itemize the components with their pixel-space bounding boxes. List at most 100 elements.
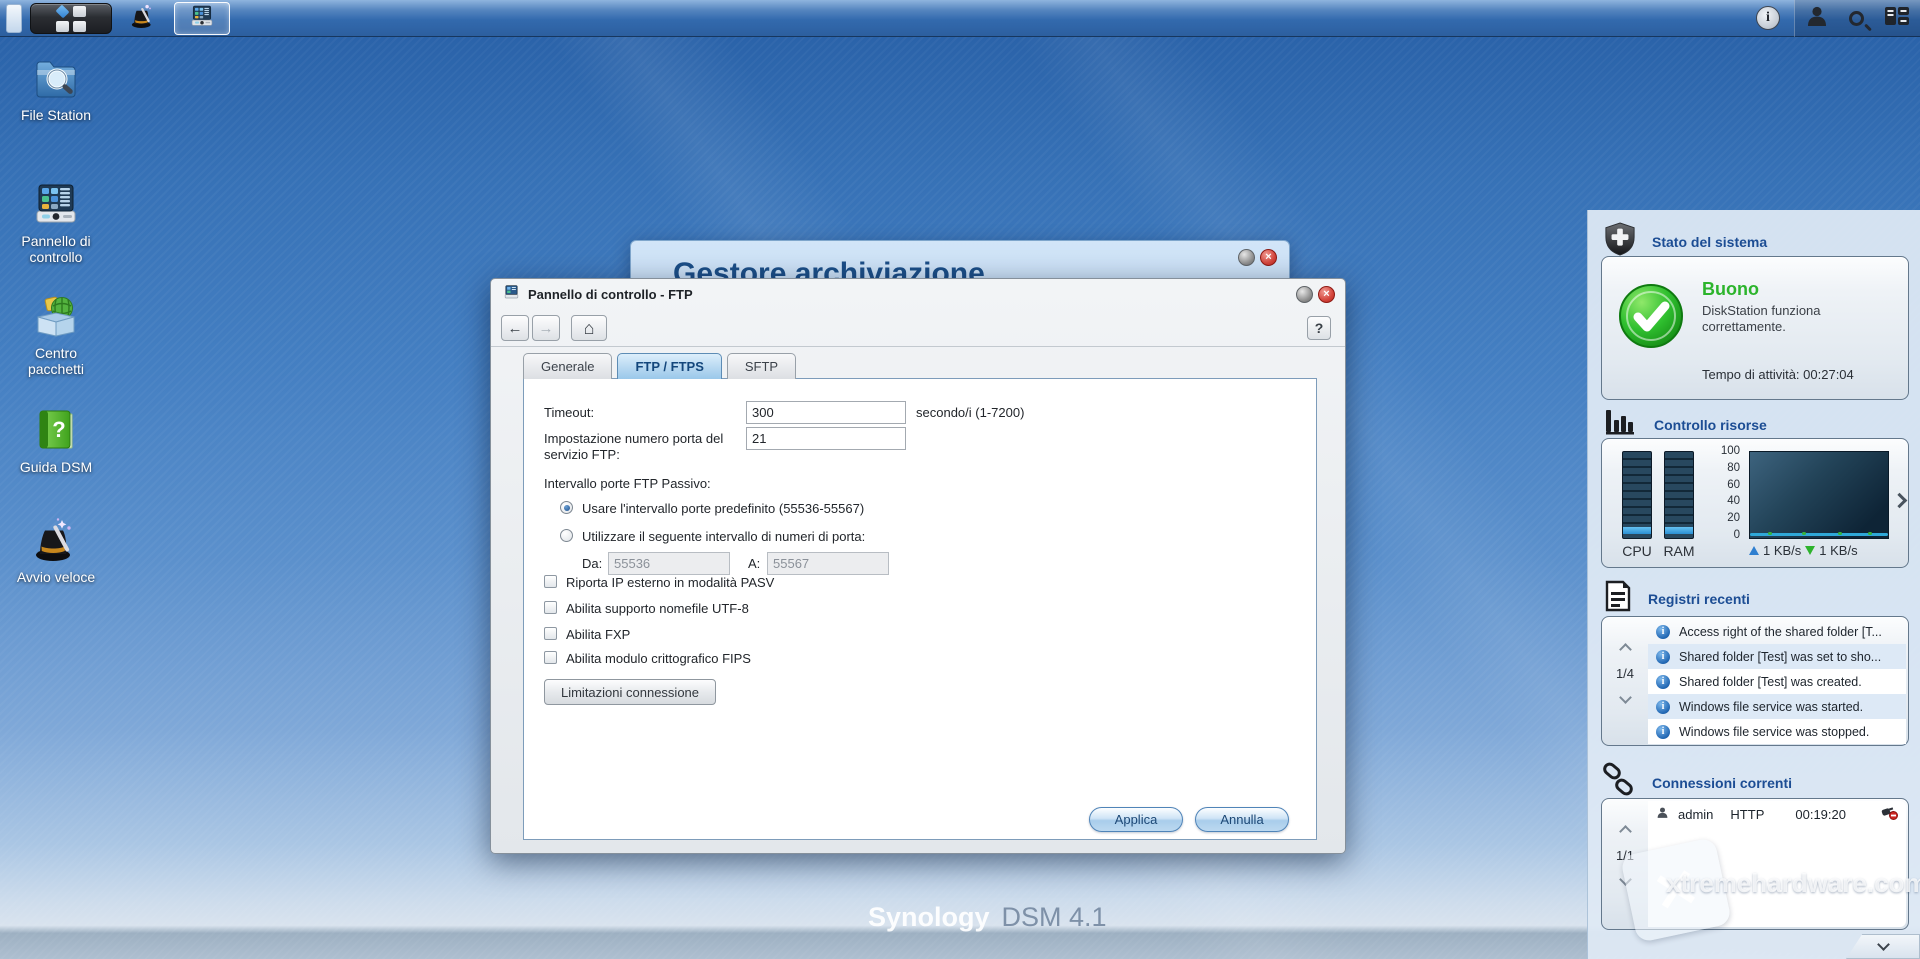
minimize-button[interactable] xyxy=(1238,249,1255,266)
checkbox-fxp-label: Abilita FXP xyxy=(566,627,631,642)
download-speed: 1 KB/s xyxy=(1819,543,1858,558)
close-icon[interactable]: × xyxy=(1318,286,1335,303)
magic-hat-icon xyxy=(32,516,80,564)
log-entry[interactable]: i Access right of the shared folder [T..… xyxy=(1648,619,1906,644)
svg-text:?: ? xyxy=(52,417,65,442)
info-circle-icon[interactable]: i xyxy=(1756,6,1780,30)
xtremehardware-watermark: xtremehardware.com xyxy=(1666,868,1920,898)
range-to-label: A: xyxy=(748,556,761,571)
info-bubble-icon: i xyxy=(1656,724,1670,739)
taskbar-item-avvio-veloce[interactable] xyxy=(120,2,166,35)
dsm-version: DSM 4.1 xyxy=(1001,902,1107,932)
connection-user: admin xyxy=(1678,806,1714,822)
dialog-toolbar: ← → ⌂ ? xyxy=(491,309,1345,347)
cpu-label: CPU xyxy=(1622,543,1652,559)
radio-default-range-label: Usare l'intervallo porte predefinito (55… xyxy=(582,501,865,516)
upload-speed: 1 KB/s xyxy=(1763,543,1802,558)
desktop-icon-file-station[interactable]: File Station xyxy=(10,54,102,123)
widgets-panel-icon[interactable] xyxy=(1884,5,1910,32)
network-axis: 100 80 60 40 20 0 xyxy=(1720,445,1740,541)
download-arrow-icon xyxy=(1805,546,1816,555)
control-panel-icon xyxy=(32,180,80,228)
widget-title: Stato del sistema xyxy=(1652,233,1768,250)
desktop-icon-avvio-veloce[interactable]: Avvio veloce xyxy=(10,516,102,585)
timeout-input[interactable] xyxy=(746,401,906,424)
expand-chevron-icon[interactable] xyxy=(1891,492,1908,509)
connection-row[interactable]: admin HTTP 00:19:20 xyxy=(1648,801,1906,827)
checkbox-utf8[interactable] xyxy=(544,601,557,614)
upload-arrow-icon xyxy=(1749,546,1759,555)
widget-sidebar: Stato del sistema Buono DiskStation funz… xyxy=(1587,210,1920,959)
tab-generale[interactable]: Generale xyxy=(523,353,613,379)
desktop-icon-pannello-di-controllo[interactable]: Pannello di controllo xyxy=(10,180,102,265)
port-label-line2: servizio FTP: xyxy=(544,447,620,462)
connection-protocol: HTTP xyxy=(1730,806,1765,822)
package-center-icon xyxy=(32,292,80,340)
apply-button[interactable]: Applica xyxy=(1089,807,1183,832)
log-entry[interactable]: i Shared folder [Test] was created. xyxy=(1648,669,1906,694)
timeout-label: Timeout: xyxy=(544,405,595,420)
cpu-gauge xyxy=(1622,451,1652,539)
forward-button[interactable]: → xyxy=(532,315,560,341)
dialog-titlebar[interactable]: Pannello di controllo - FTP × xyxy=(491,279,1345,309)
search-icon[interactable] xyxy=(1849,11,1864,26)
log-entry[interactable]: i Windows file service was started. xyxy=(1648,694,1906,719)
home-button[interactable]: ⌂ xyxy=(571,315,607,341)
widget-title: Registri recenti xyxy=(1648,590,1750,607)
info-bubble-icon: i xyxy=(1656,674,1670,689)
page-up-icon[interactable] xyxy=(1618,643,1632,656)
main-menu-button[interactable] xyxy=(30,3,112,34)
port-label-line1: Impostazione numero porta del xyxy=(544,431,724,446)
info-bubble-icon: i xyxy=(1656,699,1670,714)
timeout-suffix: secondo/i (1-7200) xyxy=(916,405,1025,420)
network-speeds: 1 KB/s 1 KB/s xyxy=(1749,543,1858,558)
checkbox-fxp[interactable] xyxy=(544,627,557,640)
help-button[interactable]: ? xyxy=(1307,316,1331,340)
log-entry[interactable]: i Windows file service was stopped. xyxy=(1648,719,1906,744)
help-book-icon: ? xyxy=(32,406,80,454)
magic-hat-icon xyxy=(129,2,157,35)
dialog-pannello-di-controllo-ftp: Pannello di controllo - FTP × ← → ⌂ ? Ge… xyxy=(490,278,1346,854)
user-icon xyxy=(1656,806,1669,822)
dialog-tabs: Generale FTP / FTPS SFTP xyxy=(523,353,797,379)
ftp-settings-panel: Timeout: secondo/i (1-7200) Impostazione… xyxy=(523,378,1317,840)
checkbox-pasv-ip[interactable] xyxy=(544,575,557,588)
cancel-button[interactable]: Annulla xyxy=(1195,807,1289,832)
tab-sftp[interactable]: SFTP xyxy=(726,353,797,379)
disconnect-plug-icon[interactable] xyxy=(1880,805,1898,823)
range-from-input[interactable] xyxy=(608,552,730,575)
resource-monitor-box[interactable]: CPU RAM 100 80 60 40 20 0 1 KB/s 1 KB/s xyxy=(1601,438,1909,568)
widget-title: Connessioni correnti xyxy=(1652,774,1793,791)
radio-default-range[interactable] xyxy=(560,501,573,514)
desktop-icon-centro-pacchetti[interactable]: Centro pacchetti xyxy=(10,292,102,377)
checkbox-fips[interactable] xyxy=(544,651,557,664)
desktop-icon-guida-dsm[interactable]: ? Guida DSM xyxy=(10,406,102,475)
minimize-button[interactable] xyxy=(1296,286,1313,303)
user-icon[interactable] xyxy=(1805,4,1829,33)
range-to-input[interactable] xyxy=(767,552,889,575)
close-icon[interactable]: × xyxy=(1260,249,1277,266)
log-entry[interactable]: i Shared folder [Test] was set to sho... xyxy=(1648,644,1906,669)
page-down-icon[interactable] xyxy=(1618,691,1632,704)
show-desktop-button[interactable] xyxy=(6,4,22,33)
desktop: i File Station Pannello di controllo Cen… xyxy=(0,0,1920,959)
tab-ftp-ftps[interactable]: FTP / FTPS xyxy=(617,353,722,379)
checkbox-utf8-label: Abilita supporto nomefile UTF-8 xyxy=(566,601,749,616)
desktop-icon-label: Guida DSM xyxy=(19,459,93,475)
ftp-port-input[interactable] xyxy=(746,427,906,450)
dsm-version-watermark: Synology DSM 4.1 xyxy=(868,902,1107,933)
radio-custom-range[interactable] xyxy=(560,529,573,542)
control-panel-icon xyxy=(187,2,217,35)
status-message: DiskStation funziona correttamente. xyxy=(1702,303,1821,334)
taskbar-item-pannello-di-controllo[interactable] xyxy=(174,2,230,35)
radio-custom-range-label: Utilizzare il seguente intervallo di num… xyxy=(582,529,866,544)
ram-gauge xyxy=(1664,451,1694,539)
ram-label: RAM xyxy=(1663,543,1695,559)
page-up-icon[interactable] xyxy=(1618,825,1632,838)
control-panel-icon xyxy=(503,284,520,305)
connection-limits-button[interactable]: Limitazioni connessione xyxy=(544,679,716,705)
desktop-icon-label: Pannello di controllo xyxy=(21,233,91,265)
widget-title: Controllo risorse xyxy=(1654,416,1767,433)
back-button[interactable]: ← xyxy=(501,315,529,341)
uptime-text: Tempo di attività: 00:27:04 xyxy=(1702,367,1854,382)
